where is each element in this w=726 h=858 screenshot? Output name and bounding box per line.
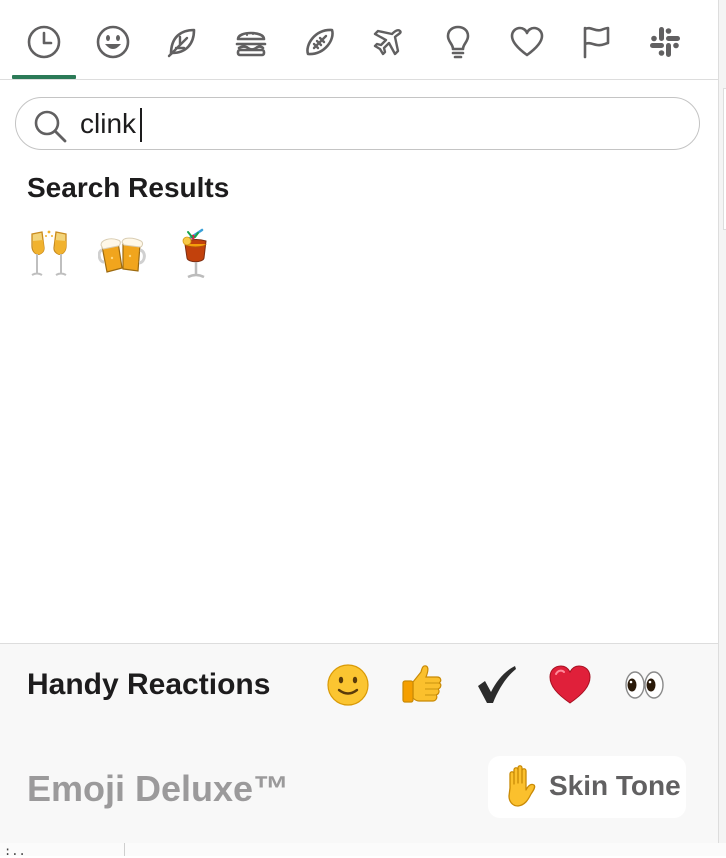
reaction-check[interactable] (472, 661, 520, 709)
tab-symbols[interactable] (503, 18, 551, 66)
active-tab-indicator (12, 75, 76, 79)
handy-reactions-bar: Handy Reactions (0, 643, 718, 731)
tab-food[interactable] (227, 18, 275, 66)
background-text-fragment: :.. (4, 844, 26, 858)
background-divider (124, 843, 125, 856)
thumbs-up-icon (402, 665, 442, 703)
text-cursor (140, 108, 142, 142)
search-results (24, 226, 246, 286)
clock-icon (27, 25, 61, 59)
tab-travel[interactable] (365, 18, 413, 66)
football-icon (306, 28, 334, 56)
flag-icon (583, 26, 610, 59)
skin-tone-button[interactable]: Skin Tone (488, 756, 686, 818)
tab-nature[interactable] (158, 18, 206, 66)
eyes-icon (625, 671, 664, 699)
tab-recent[interactable] (20, 18, 68, 66)
raised-hand-icon (508, 765, 536, 807)
tab-smileys[interactable] (89, 18, 137, 66)
heart-icon (510, 26, 544, 57)
emoji-picker: Search Results (0, 0, 718, 843)
background-app-bottom: :.. (0, 843, 726, 858)
tab-custom[interactable] (641, 18, 689, 66)
app-name: Emoji Deluxe™ (27, 768, 290, 809)
smiley-icon (96, 25, 130, 59)
reaction-eyes[interactable] (620, 661, 668, 709)
emoji-result[interactable] (24, 226, 98, 284)
search-input[interactable] (80, 104, 680, 144)
category-tabs (0, 0, 718, 80)
airplane-icon (373, 29, 402, 56)
tab-activity[interactable] (296, 18, 344, 66)
search-results-heading: Search Results (27, 172, 230, 203)
lightbulb-icon (446, 25, 470, 59)
burger-icon (235, 31, 267, 57)
leaf-icon (167, 28, 196, 58)
red-heart-icon (549, 665, 591, 704)
reaction-heart[interactable] (546, 661, 594, 709)
search-icon (34, 110, 67, 143)
reaction-smile[interactable] (324, 661, 372, 709)
emoji-result[interactable] (172, 226, 246, 284)
reaction-thumbsup[interactable] (398, 661, 446, 709)
emoji-result[interactable] (98, 226, 172, 284)
clinking-glasses-icon (31, 230, 67, 276)
slack-logo-icon (650, 27, 680, 57)
tab-objects[interactable] (434, 18, 482, 66)
tab-flags[interactable] (572, 18, 620, 66)
picker-footer: Emoji Deluxe™ Skin Tone (0, 730, 718, 843)
background-app-edge (718, 0, 726, 856)
heavy-check-mark-icon (478, 666, 516, 703)
tropical-drink-icon (182, 228, 207, 279)
handy-reactions-label: Handy Reactions (27, 668, 271, 701)
clinking-beer-mugs-icon (98, 237, 146, 273)
slightly-smiling-face-icon (327, 664, 369, 706)
skin-tone-label: Skin Tone (549, 770, 681, 801)
search-field[interactable] (15, 97, 700, 150)
